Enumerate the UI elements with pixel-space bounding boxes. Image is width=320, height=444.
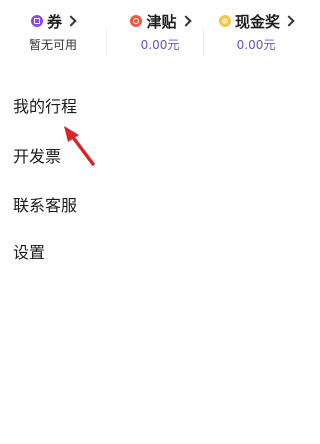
wallet-allowance-value: 0.00元 [140,38,180,52]
wallet-cash-reward-title: 现金奖 [206,10,306,32]
wallet-coupon[interactable]: 券 暂无可用 [3,10,103,65]
wallet-coupon-title: 券 [3,10,103,32]
menu-item-settings[interactable]: 设置 [13,242,45,264]
menu-item-invoice[interactable]: 开发票 [13,146,61,168]
profile-page: 券 暂无可用 津贴 0.00元 现金奖 0.00元 我的行程 开发票 联系客服 … [0,0,320,444]
wallet-coupon-value: 暂无可用 [28,38,77,52]
coupon-icon [30,15,43,27]
wallet-allowance-title: 津贴 [110,10,210,32]
divider [203,28,204,56]
cash-reward-icon [218,15,231,27]
allowance-icon [130,15,143,27]
chevron-right-icon [65,15,77,27]
wallet-coupon-label: 券 [46,12,62,31]
wallet-cash-reward[interactable]: 现金奖 0.00元 [206,10,306,65]
chevron-right-icon [283,15,295,27]
wallet-summary: 券 暂无可用 津贴 0.00元 现金奖 0.00元 [0,10,320,65]
wallet-cash-reward-value: 0.00元 [236,38,276,52]
menu-item-my-trips[interactable]: 我的行程 [13,96,77,118]
wallet-allowance[interactable]: 津贴 0.00元 [110,10,210,65]
menu-item-customer-service[interactable]: 联系客服 [13,195,77,217]
red-arrow-annotation-icon [64,126,95,166]
wallet-cash-reward-label: 现金奖 [234,12,280,31]
wallet-allowance-label: 津贴 [146,12,177,31]
divider [106,28,107,56]
chevron-right-icon [179,15,192,27]
